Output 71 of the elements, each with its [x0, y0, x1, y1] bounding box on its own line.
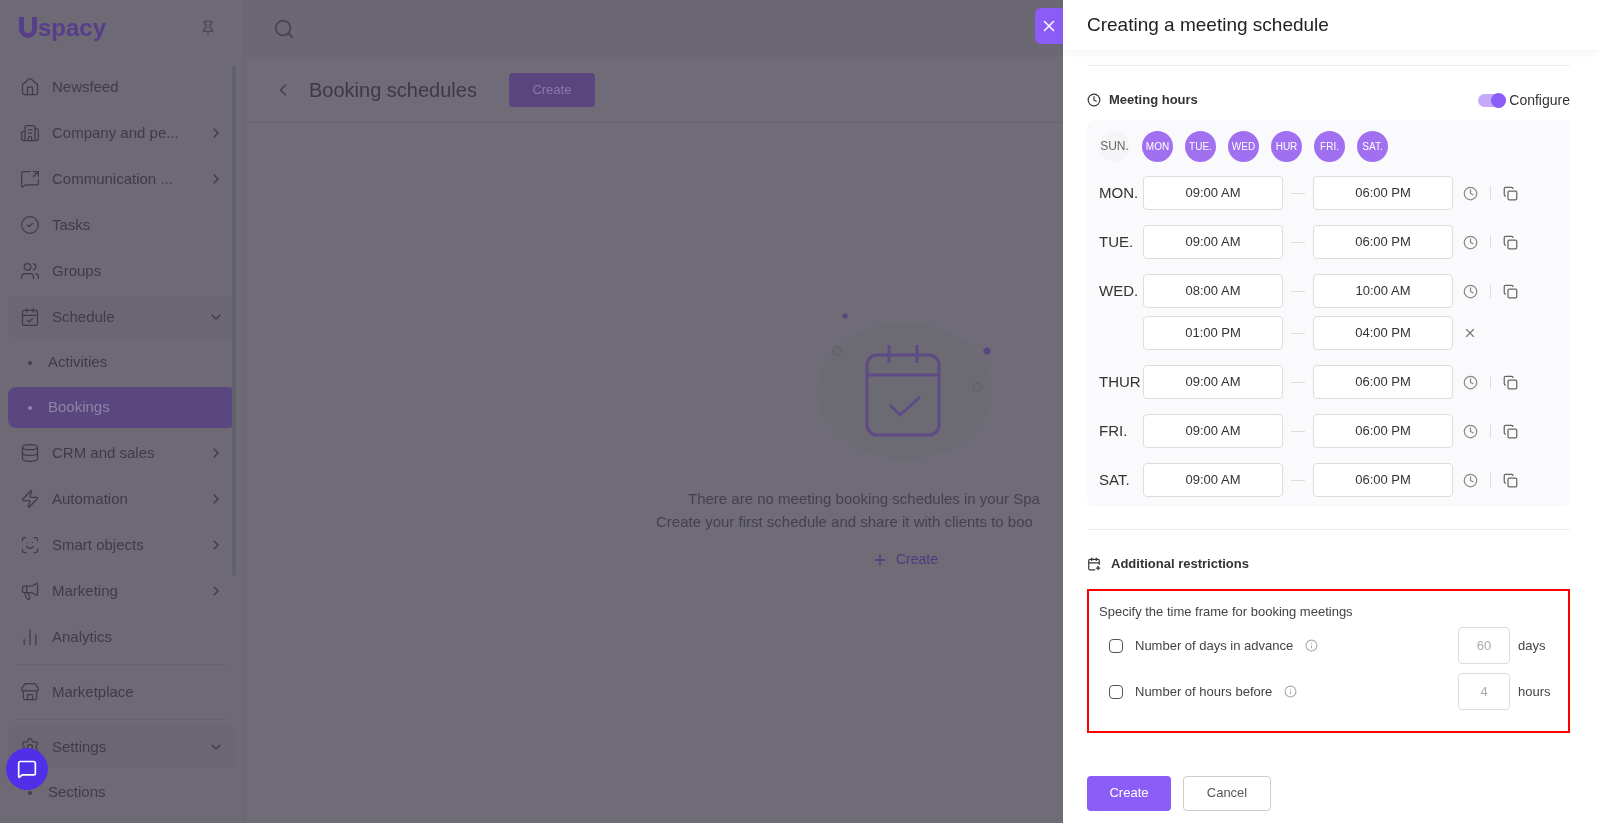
end-time-field[interactable]: 06:00 PM — [1313, 414, 1453, 448]
info-icon[interactable] — [1305, 639, 1319, 652]
cancel-button[interactable]: Cancel — [1183, 775, 1271, 811]
day-toggle[interactable]: WED — [1228, 130, 1259, 162]
menu-icon — [20, 307, 40, 327]
copy-icon[interactable] — [1503, 374, 1518, 390]
menu-icon — [20, 489, 40, 509]
day-toggle[interactable]: MON — [1142, 130, 1173, 162]
configure-toggle[interactable] — [1478, 93, 1507, 107]
menu-icon — [20, 581, 40, 601]
pin-icon[interactable] — [200, 20, 216, 36]
end-time-field[interactable]: 10:00 AM — [1313, 274, 1453, 308]
day-label: FRI. — [1099, 420, 1129, 441]
day-label: TUE. — [1099, 231, 1135, 252]
number-field[interactable]: 4 — [1458, 673, 1510, 710]
end-time-field[interactable]: 04:00 PM — [1313, 316, 1453, 350]
day-toggle[interactable]: TUE. — [1185, 130, 1216, 162]
day-label: SAT. — [1099, 469, 1131, 490]
start-time-field[interactable]: 09:00 AM — [1143, 463, 1283, 497]
end-time-field[interactable]: 06:00 PM — [1313, 225, 1453, 259]
remove-icon[interactable] — [1463, 326, 1477, 340]
menu-icon — [20, 535, 40, 555]
day-label: THUR — [1099, 371, 1142, 392]
copy-icon[interactable] — [1503, 234, 1518, 250]
start-time-field[interactable]: 09:00 AM — [1143, 365, 1283, 399]
configure-label: Configure — [1509, 90, 1570, 110]
start-time-field[interactable]: 09:00 AM — [1143, 225, 1283, 259]
start-time-field[interactable]: 08:00 AM — [1143, 274, 1283, 308]
chat-icon — [17, 759, 37, 779]
hint-text: Specify the time frame for booking meetings — [1099, 603, 1353, 619]
unit-label: days — [1518, 636, 1547, 655]
clock-icon — [1087, 93, 1101, 107]
copy-icon[interactable] — [1503, 185, 1518, 201]
close-button[interactable] — [1035, 8, 1063, 44]
option-label: Number of days in advance — [1135, 636, 1294, 655]
checkbox[interactable] — [1109, 684, 1123, 699]
logo-mark-icon — [16, 15, 40, 41]
start-time-field[interactable]: 09:00 AM — [1143, 414, 1283, 448]
copy-icon[interactable] — [1503, 472, 1518, 488]
search-icon[interactable] — [273, 17, 295, 40]
copy-icon[interactable] — [1503, 283, 1518, 299]
section-title: Meeting hours — [1109, 91, 1199, 110]
day-label: WED. — [1099, 280, 1140, 301]
day-toggle[interactable]: FRI. — [1314, 130, 1345, 162]
day-label: MON. — [1099, 182, 1140, 203]
checkbox[interactable] — [1109, 638, 1123, 653]
day-toggle[interactable]: HUR — [1271, 130, 1302, 162]
unit-label: hours — [1518, 682, 1552, 701]
option-label: Number of hours before — [1135, 682, 1273, 701]
end-time-field[interactable]: 06:00 PM — [1313, 365, 1453, 399]
menu-icon — [20, 215, 40, 235]
day-toggle[interactable]: SUN. — [1099, 130, 1130, 162]
calendar-plus-icon — [1087, 556, 1101, 571]
end-time-field[interactable]: 06:00 PM — [1313, 176, 1453, 210]
end-time-field[interactable]: 06:00 PM — [1313, 463, 1453, 497]
menu-icon — [20, 77, 40, 97]
day-toggle[interactable]: SAT. — [1357, 130, 1388, 162]
menu-icon — [20, 169, 40, 189]
menu-icon — [20, 261, 40, 281]
panel-title: Creating a meeting schedule — [1087, 12, 1329, 37]
start-time-field[interactable]: 09:00 AM — [1143, 176, 1283, 210]
info-icon[interactable] — [1284, 685, 1298, 698]
menu-icon — [20, 443, 40, 463]
create-button[interactable]: Create — [1087, 775, 1171, 811]
section-title: Additional restrictions — [1111, 555, 1249, 573]
copy-icon[interactable] — [1503, 423, 1518, 439]
menu-icon — [20, 682, 40, 702]
menu-icon — [20, 123, 40, 143]
number-field[interactable]: 60 — [1458, 627, 1510, 664]
chat-button[interactable] — [6, 748, 48, 790]
start-time-field[interactable]: 01:00 PM — [1143, 316, 1283, 350]
